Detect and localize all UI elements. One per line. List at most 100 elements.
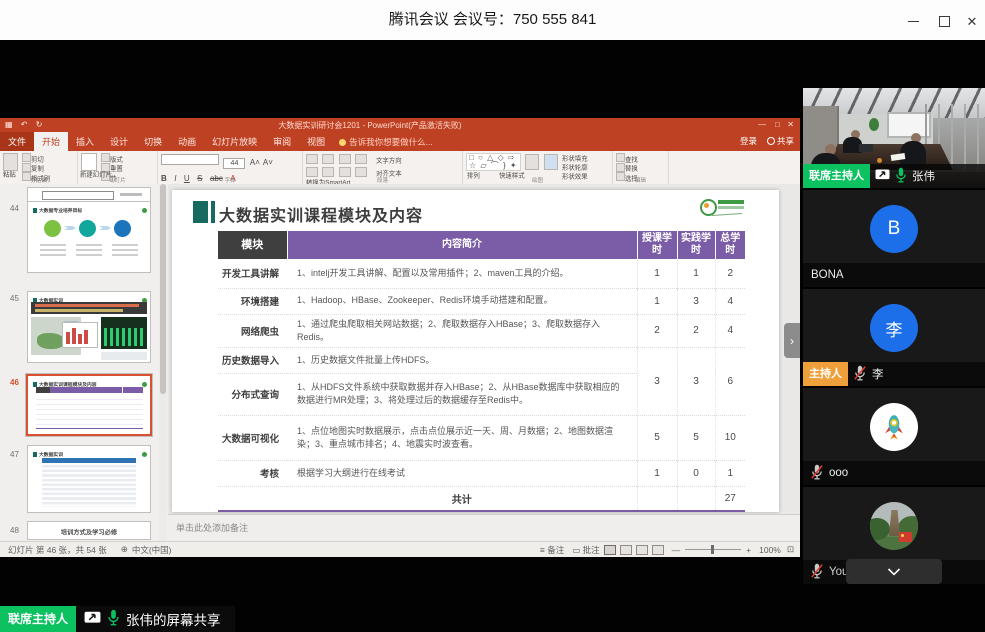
- table-row: 大数据可视化 1、点位地图实时数据展示，点击点位展示近一天、周、月数据；2、地图…: [218, 415, 745, 460]
- current-slide-canvas[interactable]: 大数据实训课程模块及内容 模块 内容简介 授课学时 实践学时 总学时: [172, 190, 779, 512]
- paste-icon[interactable]: [3, 153, 18, 171]
- sidebar-collapse-button[interactable]: ›: [784, 323, 800, 358]
- column-header: 授课学时: [637, 231, 677, 259]
- ppt-close-icon[interactable]: ✕: [787, 120, 794, 129]
- slide-sorter-view-icon[interactable]: [620, 545, 632, 555]
- scrollbar-thumb[interactable]: [160, 184, 166, 394]
- slide-title-icon: [193, 201, 208, 223]
- slideshow-view-icon[interactable]: [652, 545, 664, 555]
- thumbnail-slide-48-partial[interactable]: 培训方式及学习必修: [28, 522, 150, 539]
- bold-button[interactable]: B: [161, 174, 167, 183]
- reset-button[interactable]: 重置: [110, 166, 123, 172]
- slide-counter: 幻灯片 第 46 张，共 54 张: [8, 544, 107, 556]
- grow-font-icon[interactable]: A˄: [250, 158, 260, 167]
- participant-tile-ooo[interactable]: ooo: [803, 388, 985, 485]
- collapse-right-icon: ›: [790, 334, 794, 348]
- find-button[interactable]: 查找: [625, 156, 638, 162]
- tab-file[interactable]: 文件: [0, 132, 34, 151]
- zoom-level[interactable]: 100%: [759, 545, 781, 555]
- reading-view-icon[interactable]: [636, 545, 648, 555]
- fit-to-window-icon[interactable]: ⊡: [787, 544, 794, 555]
- avatar: 李: [870, 304, 918, 352]
- thumbnail-scrollbar[interactable]: [159, 184, 167, 541]
- collapse-video-list-button[interactable]: [846, 559, 942, 584]
- avatar-rocket: [870, 403, 918, 451]
- numbering-icon[interactable]: [322, 154, 334, 164]
- thumbnail-number: 47: [10, 450, 19, 459]
- tab-review[interactable]: 审阅: [265, 132, 299, 151]
- align-left-icon[interactable]: [306, 167, 318, 177]
- person-icon: [767, 137, 775, 145]
- language-indicator[interactable]: 中文(中国): [132, 544, 172, 556]
- university-logo-text-line: [718, 206, 744, 209]
- ppt-minimize-icon[interactable]: —: [758, 120, 766, 129]
- shrink-font-icon[interactable]: A˅: [263, 158, 273, 167]
- thumbnail-slide-46-selected[interactable]: 大数据实训课程模块及内容: [26, 374, 152, 436]
- rocket-icon: [879, 412, 909, 442]
- close-icon: ✕: [967, 15, 978, 28]
- tab-transitions[interactable]: 切换: [136, 132, 170, 151]
- share-link[interactable]: 共享: [767, 135, 794, 147]
- participant-name: ooo: [829, 467, 848, 479]
- slide-thumbnail-pane: 44 大数据专业培养目标 45 大数据实训: [0, 184, 168, 541]
- thumbnail-slide-44[interactable]: 大数据专业培养目标: [28, 202, 150, 272]
- thumbnail-slide-47[interactable]: 大数据实训: [28, 446, 150, 512]
- participant-name: BONA: [811, 269, 844, 281]
- host-badge: 主持人: [803, 362, 848, 386]
- zoom-out-button[interactable]: —: [672, 545, 681, 555]
- room-plant: [869, 118, 879, 131]
- university-logo-icon: [700, 199, 717, 216]
- participant-namebar: BONA: [803, 263, 985, 287]
- powerpoint-window: ▦ ↶ ↻ 大数据实训研讨会1201 - PowerPoint(产品激活失败) …: [0, 118, 800, 556]
- font-name-select[interactable]: [161, 154, 219, 165]
- layout-button[interactable]: 版式: [110, 156, 123, 162]
- tell-me-box[interactable]: 告诉我你想要做什么...: [333, 133, 439, 151]
- thumbnail-slide-43-partial[interactable]: [28, 188, 150, 201]
- bullets-icon[interactable]: [306, 154, 318, 164]
- text-direction-button[interactable]: 文字方向: [376, 158, 402, 164]
- replace-icon: [616, 163, 625, 172]
- tab-view[interactable]: 视图: [299, 132, 333, 151]
- arrange-icon[interactable]: [525, 154, 539, 170]
- shape-fill-button[interactable]: 形状填充: [562, 156, 588, 162]
- shape-outline-button[interactable]: 形状轮廓: [562, 165, 588, 171]
- spellcheck-icon: ⊕: [121, 544, 128, 555]
- participant-tile-zhangwei[interactable]: 联席主持人 张伟: [803, 88, 985, 188]
- zoom-slider-thumb[interactable]: [711, 545, 714, 554]
- tab-design[interactable]: 设计: [102, 132, 136, 151]
- quick-styles-icon[interactable]: [544, 154, 558, 170]
- zoom-slider[interactable]: [685, 549, 741, 550]
- new-slide-icon[interactable]: [81, 153, 97, 171]
- font-group: 44 A˄A˅ B I U S abc A 字体: [158, 151, 303, 184]
- zoom-in-button[interactable]: +: [746, 545, 751, 555]
- minimize-button[interactable]: [900, 12, 926, 30]
- replace-button[interactable]: 替换: [625, 166, 638, 172]
- participant-name: 张伟: [912, 168, 935, 184]
- thumbnail-number: 45: [10, 294, 19, 303]
- comments-toggle[interactable]: ▭ 批注: [572, 544, 599, 556]
- line-spacing-icon[interactable]: [355, 154, 367, 164]
- tab-home[interactable]: 开始: [34, 132, 68, 151]
- copy-button[interactable]: 复制: [31, 166, 44, 172]
- maximize-button[interactable]: [931, 12, 957, 30]
- notes-pane[interactable]: 单击此处添加备注: [168, 514, 800, 542]
- tab-slideshow[interactable]: 幻灯片放映: [204, 132, 265, 151]
- drawing-group: □ ○ △ ◇ ⇨ ☆ ▱ ⌒ } ✦ 形状填充 形状轮廓 形状效果 排列 快速…: [463, 151, 613, 184]
- participant-tile-li[interactable]: 李 主持人 李: [803, 289, 985, 386]
- slide-title-icon: [33, 452, 37, 457]
- sign-in-link[interactable]: 登录: [740, 135, 757, 147]
- normal-view-icon[interactable]: [604, 545, 616, 555]
- notes-toggle[interactable]: ≡ 备注: [540, 544, 564, 556]
- ppt-maximize-icon[interactable]: □: [775, 120, 780, 129]
- thumbnail-slide-45[interactable]: 大数据实训: [28, 292, 150, 362]
- cut-button[interactable]: 剪切: [31, 156, 44, 162]
- avatar: B: [870, 205, 918, 253]
- find-icon: [616, 153, 625, 162]
- meeting-titlebar: 腾讯会议 会议号：750 555 841 ✕: [0, 0, 985, 40]
- italic-button[interactable]: I: [174, 174, 176, 183]
- indent-icon[interactable]: [339, 154, 351, 164]
- tab-animations[interactable]: 动画: [170, 132, 204, 151]
- tab-insert[interactable]: 插入: [68, 132, 102, 151]
- participant-tile-bona[interactable]: B BONA: [803, 190, 985, 287]
- close-button[interactable]: ✕: [959, 12, 985, 30]
